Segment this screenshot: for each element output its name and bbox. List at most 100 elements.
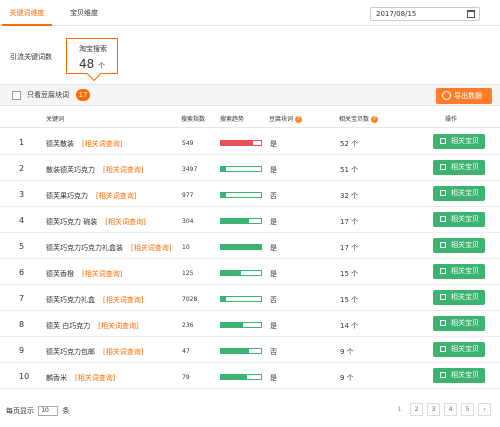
date-value: 2017/08/15 (376, 10, 417, 18)
row-keyword: 麟香米 [相关词查询] (46, 373, 115, 383)
row-tofu: 是 (270, 140, 277, 148)
tab-item-dimension[interactable]: 宝贝维度 (64, 0, 104, 26)
keyword-text: 德芙果巧克力 (46, 192, 88, 200)
page-button[interactable]: 2 (410, 403, 423, 416)
related-items-button[interactable]: 相关宝贝 (433, 238, 485, 253)
related-query-link[interactable]: [相关词查询] (75, 374, 115, 382)
related-query-link[interactable]: [相关词查询] (103, 166, 143, 174)
table-row: 7 德芙巧克力礼盒 [相关词查询] 7028 否 15 个 相关宝贝 (0, 285, 500, 311)
trend-fill (221, 245, 261, 249)
row-keyword: 德芙巧克力巧克力礼盒装 [相关词查询] (46, 243, 171, 253)
related-icon (440, 190, 446, 196)
page-button[interactable]: 1 (393, 403, 406, 416)
header-search-index: 搜索指数 (181, 116, 206, 123)
row-related-count: 15 个 (340, 296, 359, 304)
table-row: 4 德芙巧克力 碗装 [相关词查询] 304 是 17 个 相关宝贝 (0, 207, 500, 233)
related-items-button[interactable]: 相关宝贝 (433, 264, 485, 279)
row-search-index: 977 (182, 192, 194, 199)
related-icon (440, 138, 446, 144)
related-items-button[interactable]: 相关宝贝 (433, 290, 485, 305)
search-trend-bar (220, 296, 262, 302)
help-icon[interactable]: ? (371, 116, 379, 123)
table-row: 8 德芙 白巧克力 [相关词查询] 236 是 14 个 相关宝贝 (0, 311, 500, 337)
related-items-button[interactable]: 相关宝贝 (433, 212, 485, 227)
related-query-link[interactable]: [相关词查询] (82, 270, 122, 278)
per-page-select[interactable]: 10 (38, 406, 59, 416)
related-items-button[interactable]: 相关宝贝 (433, 316, 485, 331)
row-index: 6 (19, 268, 25, 277)
related-query-link[interactable]: [相关词查询] (103, 296, 143, 304)
row-search-index: 3497 (182, 166, 198, 173)
related-items-button[interactable]: 相关宝贝 (433, 160, 485, 175)
row-tofu: 是 (270, 322, 277, 330)
related-query-link[interactable]: [相关词查询] (103, 348, 143, 356)
search-trend-bar (220, 348, 262, 354)
row-keyword: 德芙巧克力包邮 [相关词查询] (46, 347, 143, 357)
row-index: 2 (19, 164, 25, 173)
related-icon (440, 346, 446, 352)
search-trend-bar (220, 244, 262, 250)
search-trend-bar (220, 374, 262, 380)
search-trend-bar (220, 270, 262, 276)
table-row: 3 德芙果巧克力 [相关词查询] 977 否 32 个 相关宝贝 (0, 181, 500, 207)
row-related-count: 52 个 (340, 140, 359, 148)
row-related-count: 9 个 (340, 348, 354, 356)
row-keyword: 散装德芙巧克力 [相关词查询] (46, 165, 143, 175)
row-tofu: 是 (270, 244, 277, 252)
related-items-button[interactable]: 相关宝贝 (433, 368, 485, 383)
search-trend-bar (220, 140, 262, 146)
keyword-text: 散装德芙巧克力 (46, 166, 95, 174)
row-search-index: 7028 (182, 296, 198, 303)
keyword-text: 德芙巧克力礼盒 (46, 296, 95, 304)
header-action: 操作 (445, 116, 458, 123)
related-icon (440, 216, 446, 222)
date-picker[interactable]: 2017/08/15 (370, 7, 480, 21)
card-label: 淘宝搜索 (79, 45, 107, 53)
help-icon[interactable]: ? (295, 116, 303, 123)
page-button[interactable]: 4 (444, 403, 457, 416)
header-search-trend: 搜索趋势 (220, 116, 245, 123)
trend-fill (221, 323, 243, 327)
table-toolbar: 只看豆腐块词 17 导出数据 (0, 84, 500, 106)
per-page-control: 每页显示 10 条 (6, 406, 70, 416)
trend-fill (221, 271, 241, 275)
related-items-button[interactable]: 相关宝贝 (433, 134, 485, 149)
related-query-link[interactable]: [相关词查询] (96, 192, 136, 200)
card-taobao-search[interactable]: 淘宝搜索 48 个 (66, 38, 118, 82)
row-search-index: 236 (182, 322, 194, 329)
card-traffic-keywords[interactable]: 引流关键词数 (10, 52, 52, 62)
page-button[interactable]: 5 (461, 403, 474, 416)
keyword-text: 德芙 白巧克力 (46, 322, 91, 330)
related-query-link[interactable]: [相关词查询] (98, 322, 138, 330)
row-related-count: 51 个 (340, 166, 359, 174)
related-query-link[interactable]: [相关词查询] (105, 218, 145, 226)
keyword-text: 德芙巧克力 碗装 (46, 218, 98, 226)
trend-fill (221, 297, 226, 301)
row-index: 5 (19, 242, 25, 251)
tofu-only-checkbox[interactable] (12, 91, 21, 100)
keyword-text: 德芙散装 (46, 140, 74, 148)
related-icon (440, 294, 446, 300)
trend-fill (221, 375, 247, 379)
row-search-index: 10 (182, 244, 190, 251)
trend-fill (221, 193, 226, 197)
row-search-index: 47 (182, 348, 190, 355)
page-button[interactable]: 3 (427, 403, 440, 416)
related-items-button[interactable]: 相关宝贝 (433, 186, 485, 201)
tab-keyword-dimension[interactable]: 关键词维度 (2, 0, 52, 26)
row-tofu: 否 (270, 296, 277, 304)
keyword-text: 德芙巧克力包邮 (46, 348, 95, 356)
export-button[interactable]: 导出数据 (436, 88, 492, 104)
row-keyword: 德芙香橙 [相关词查询] (46, 269, 122, 279)
next-page-button[interactable]: › (478, 403, 491, 416)
row-tofu: 是 (270, 218, 277, 226)
related-query-link[interactable]: [相关词查询] (131, 244, 171, 252)
row-index: 7 (19, 294, 25, 303)
row-tofu: 是 (270, 166, 277, 174)
row-search-index: 79 (182, 374, 190, 381)
related-query-link[interactable]: [相关词查询] (82, 140, 122, 148)
related-items-button[interactable]: 相关宝贝 (433, 342, 485, 357)
row-keyword: 德芙散装 [相关词查询] (46, 139, 122, 149)
row-index: 9 (19, 346, 25, 355)
row-keyword: 德芙巧克力 碗装 [相关词查询] (46, 217, 146, 227)
